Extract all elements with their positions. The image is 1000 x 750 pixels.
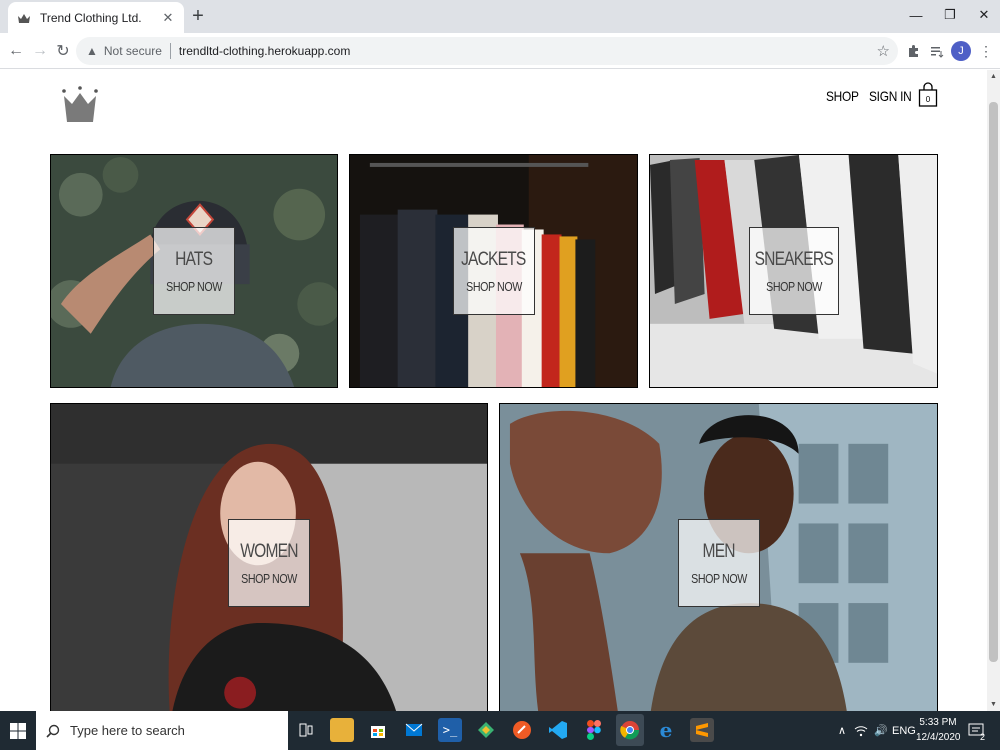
mail-icon[interactable] [402,718,426,742]
clock-date: 12/4/2020 [916,732,961,743]
postman-icon[interactable] [510,718,534,742]
shop-now-label: SHOP NOW [690,570,747,586]
category-women[interactable]: WOMEN SHOP NOW [50,403,488,711]
omnibox-divider [169,43,171,59]
tab-title: Trend Clothing Ltd. [40,10,142,25]
forward-arrow-icon[interactable]: → [29,40,51,62]
category-hats[interactable]: HATS SHOP NOW [50,154,338,388]
extensions-puzzle-icon[interactable] [904,41,924,61]
nav-sign-in-link[interactable]: SIGN IN [869,88,912,104]
search-placeholder: Type here to search [70,723,185,738]
url-text[interactable]: trendltd-clothing.herokuapp.com [179,44,877,58]
category-title: JACKETS [461,248,526,270]
men-label-box[interactable]: MEN SHOP NOW [677,519,760,607]
reload-icon[interactable]: ↻ [52,40,74,62]
address-bar[interactable]: ▲ Not secure trendltd-clothing.herokuapp… [76,37,898,65]
notification-count: 2 [980,732,986,742]
edge-icon[interactable]: e [654,718,678,742]
file-explorer-icon[interactable] [330,718,354,742]
crown-favicon-icon [18,13,30,23]
women-label-box[interactable]: WOMEN SHOP NOW [228,519,310,607]
shop-now-label: SHOP NOW [166,278,222,294]
clock-time: 5:33 PM [919,717,957,728]
profile-avatar[interactable]: J [951,41,971,61]
language-indicator[interactable]: ENG [892,711,916,750]
sneakers-label-box[interactable]: SNEAKERS SHOP NOW [748,227,839,315]
cart-count: 0 [926,95,931,104]
reading-list-icon[interactable] [927,41,947,61]
tab-strip: Trend Clothing Ltd. ✕ + — ❐ ✕ [0,0,1000,33]
shop-now-label: SHOP NOW [241,570,297,586]
more-menu-icon[interactable]: ⋮ [976,41,996,61]
new-tab-icon[interactable]: + [188,6,208,26]
jackets-label-box[interactable]: JACKETS SHOP NOW [452,227,535,315]
scroll-down-icon[interactable]: ▼ [987,698,1000,711]
network-icon[interactable] [854,711,868,750]
category-title: SNEAKERS [754,248,833,270]
page-viewport: SHOP SIGN IN 0 HATS SHOP NOW JACKETS SHO… [0,70,987,711]
browser-toolbar: ← → ↻ ▲ Not secure trendltd-clothing.her… [0,33,1000,69]
system-clock[interactable]: 5:33 PM 12/4/2020 [916,715,961,745]
shop-now-label: SHOP NOW [765,278,822,294]
action-center-icon[interactable]: 2 [968,711,986,750]
start-windows-icon[interactable] [0,711,36,750]
git-kraken-icon[interactable] [474,718,498,742]
bookmark-star-icon[interactable]: ☆ [877,42,890,60]
page-scrollbar[interactable]: ▲ ▼ [987,70,1000,711]
window-close-icon[interactable]: ✕ [966,0,1000,30]
site-header: SHOP SIGN IN 0 [50,70,938,150]
category-jackets[interactable]: JACKETS SHOP NOW [349,154,638,388]
category-men[interactable]: MEN SHOP NOW [499,403,938,711]
back-arrow-icon[interactable]: ← [5,40,27,62]
vscode-icon[interactable] [546,718,570,742]
warning-icon[interactable]: ▲ [86,44,98,58]
category-title: WOMEN [240,540,298,562]
close-tab-icon[interactable]: ✕ [160,10,176,26]
powershell-icon[interactable]: >_ [438,718,462,742]
task-view-icon[interactable] [294,718,318,742]
volume-icon[interactable]: 🔊 [874,711,888,750]
nav-shop-link[interactable]: SHOP [826,88,859,104]
sublime-text-icon[interactable] [690,718,714,742]
store-icon[interactable] [366,718,390,742]
category-title: MEN [702,540,735,562]
security-label[interactable]: Not secure [104,44,162,58]
show-hidden-icons-chevron-icon[interactable]: ∧ [838,711,846,750]
category-sneakers[interactable]: SNEAKERS SHOP NOW [649,154,938,388]
scroll-up-icon[interactable]: ▲ [987,70,1000,83]
shopping-bag-icon[interactable]: 0 [918,82,938,108]
crown-logo-icon[interactable] [60,84,100,124]
hats-label-box[interactable]: HATS SHOP NOW [153,227,235,315]
category-title: HATS [175,248,213,270]
scrollbar-thumb[interactable] [989,102,998,662]
search-icon [46,724,60,738]
chrome-icon[interactable] [616,714,644,746]
figma-icon[interactable] [582,718,606,742]
restore-icon[interactable]: ❐ [932,0,968,30]
browser-tab[interactable]: Trend Clothing Ltd. ✕ [8,2,184,33]
shop-now-label: SHOP NOW [465,278,522,294]
minimize-icon[interactable]: — [898,0,934,30]
taskbar-search-box[interactable]: Type here to search [36,711,288,750]
windows-taskbar: Type here to search >_ e ∧ 🔊 ENG 5:33 PM… [0,711,1000,750]
